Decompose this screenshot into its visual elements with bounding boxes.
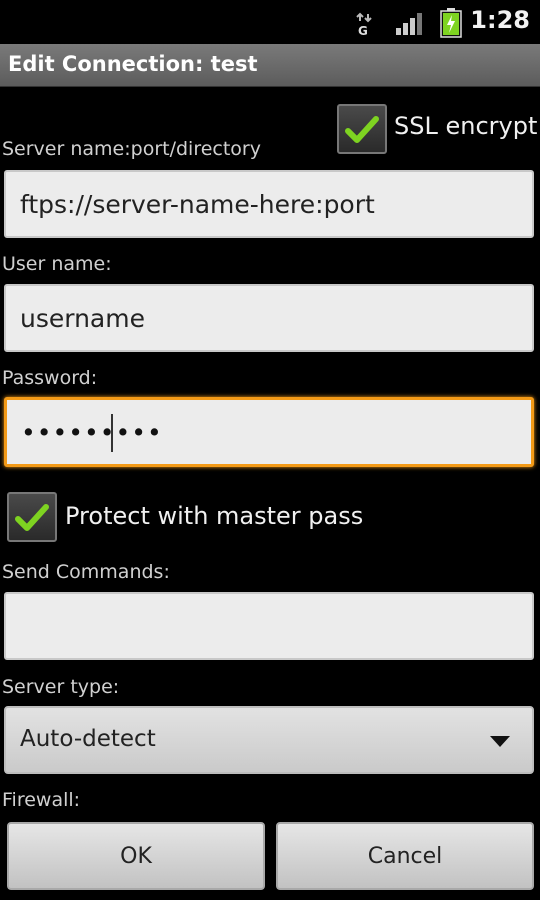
signal-icon bbox=[395, 12, 423, 40]
page-title: Edit Connection: test bbox=[8, 52, 258, 76]
server-name-field[interactable] bbox=[4, 170, 534, 238]
status-bar: G 1:28 bbox=[0, 0, 540, 44]
cancel-button[interactable]: Cancel bbox=[276, 822, 534, 890]
password-field[interactable] bbox=[4, 397, 534, 467]
send-commands-input[interactable] bbox=[6, 594, 532, 658]
dropdown-arrow-icon bbox=[490, 736, 510, 747]
server-name-label: Server name:port/directory bbox=[2, 138, 261, 160]
username-label: User name: bbox=[2, 253, 112, 275]
text-cursor bbox=[111, 414, 113, 452]
password-label: Password: bbox=[2, 367, 98, 389]
battery-charging-icon bbox=[440, 8, 462, 42]
send-commands-field[interactable] bbox=[4, 592, 534, 660]
username-field[interactable] bbox=[4, 284, 534, 352]
username-input[interactable] bbox=[6, 286, 532, 350]
master-pass-label[interactable]: Protect with master pass bbox=[65, 502, 363, 530]
master-pass-checkbox[interactable] bbox=[7, 492, 57, 542]
server-type-label: Server type: bbox=[2, 676, 120, 698]
checkmark-icon bbox=[15, 504, 49, 531]
network-type-label: G bbox=[358, 24, 368, 36]
title-bar: Edit Connection: test bbox=[0, 44, 540, 87]
ssl-encrypt-checkbox[interactable] bbox=[337, 104, 387, 154]
checkmark-icon bbox=[345, 116, 379, 143]
send-commands-label: Send Commands: bbox=[2, 561, 170, 583]
password-input[interactable] bbox=[7, 400, 531, 464]
ssl-encrypt-label[interactable]: SSL encrypt bbox=[394, 112, 537, 140]
firewall-label: Firewall: bbox=[2, 789, 81, 811]
ok-button[interactable]: OK bbox=[7, 822, 265, 890]
server-type-value: Auto-detect bbox=[20, 726, 156, 752]
network-g-icon: G bbox=[354, 12, 376, 40]
server-type-dropdown[interactable]: Auto-detect bbox=[4, 706, 534, 774]
server-name-input[interactable] bbox=[6, 172, 532, 236]
status-clock: 1:28 bbox=[470, 6, 530, 34]
